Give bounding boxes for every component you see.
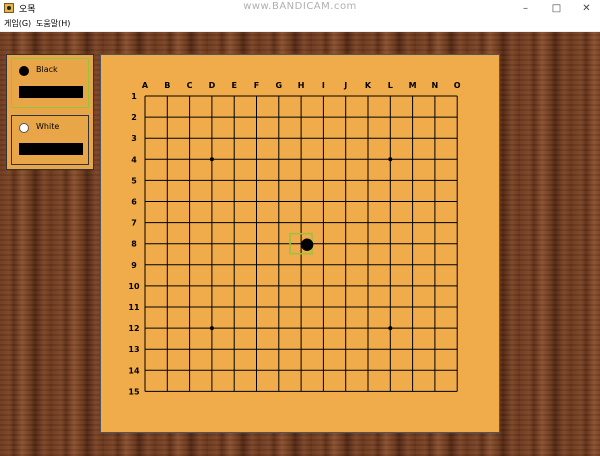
column-label: D	[209, 81, 216, 90]
menu-game[interactable]: 게임(G)	[4, 18, 31, 29]
column-label: K	[365, 81, 372, 90]
column-label: F	[254, 81, 259, 90]
close-button[interactable]: ✕	[573, 0, 600, 17]
row-label: 12	[128, 324, 139, 333]
star-point	[388, 157, 393, 162]
menu-help[interactable]: 도움말(H)	[36, 18, 70, 29]
column-label: N	[432, 81, 439, 90]
go-board[interactable]: A B C D E F G H I J K L M N O 1 2 3 4 5 6 7 8 9 10 11 12 13 14 15	[100, 54, 500, 433]
row-label: 14	[128, 366, 140, 375]
black-stone	[300, 238, 314, 251]
row-label: 4	[131, 155, 137, 164]
white-player-box: White	[11, 115, 89, 165]
player-panel: Black White	[6, 54, 94, 170]
maximize-button[interactable]: □	[543, 0, 570, 17]
row-label: 15	[128, 387, 140, 396]
row-label: 6	[131, 198, 137, 207]
column-label: O	[454, 81, 461, 90]
minimize-button[interactable]: –	[512, 0, 539, 17]
column-label: A	[142, 81, 149, 90]
row-label: 11	[128, 303, 140, 312]
column-label: G	[276, 81, 283, 90]
column-label: I	[322, 81, 325, 90]
column-label: C	[187, 81, 193, 90]
black-stone-icon	[19, 66, 29, 76]
title-bar: 오목 www.BANDICAM.com – □ ✕	[0, 0, 600, 17]
row-label: 13	[128, 345, 139, 354]
star-point	[209, 157, 214, 162]
column-label: L	[388, 81, 393, 90]
white-stone-icon	[19, 123, 29, 133]
row-label: 9	[131, 261, 137, 270]
row-label: 10	[128, 282, 140, 291]
column-label: B	[164, 81, 170, 90]
menu-bar: 게임(G) 도움말(H)	[0, 17, 600, 32]
row-label: 2	[131, 113, 137, 122]
column-label: E	[231, 81, 236, 90]
row-label: 7	[131, 219, 137, 228]
row-label: 3	[131, 134, 137, 143]
white-timer-bar	[19, 143, 83, 155]
column-label: M	[409, 81, 417, 90]
recording-watermark: www.BANDICAM.com	[243, 1, 357, 12]
star-point	[388, 326, 393, 331]
row-label: 1	[131, 92, 137, 101]
black-timer-bar	[19, 86, 83, 98]
row-label: 5	[131, 176, 137, 185]
column-label: H	[298, 81, 305, 90]
row-label: 8	[131, 240, 137, 249]
star-point	[209, 326, 214, 331]
board-grid[interactable]: A B C D E F G H I J K L M N O123456789101112131415	[101, 55, 501, 434]
black-player-box: Black	[11, 58, 89, 108]
column-label: J	[343, 81, 347, 90]
white-player-label: White	[36, 122, 60, 131]
black-player-label: Black	[36, 65, 58, 74]
